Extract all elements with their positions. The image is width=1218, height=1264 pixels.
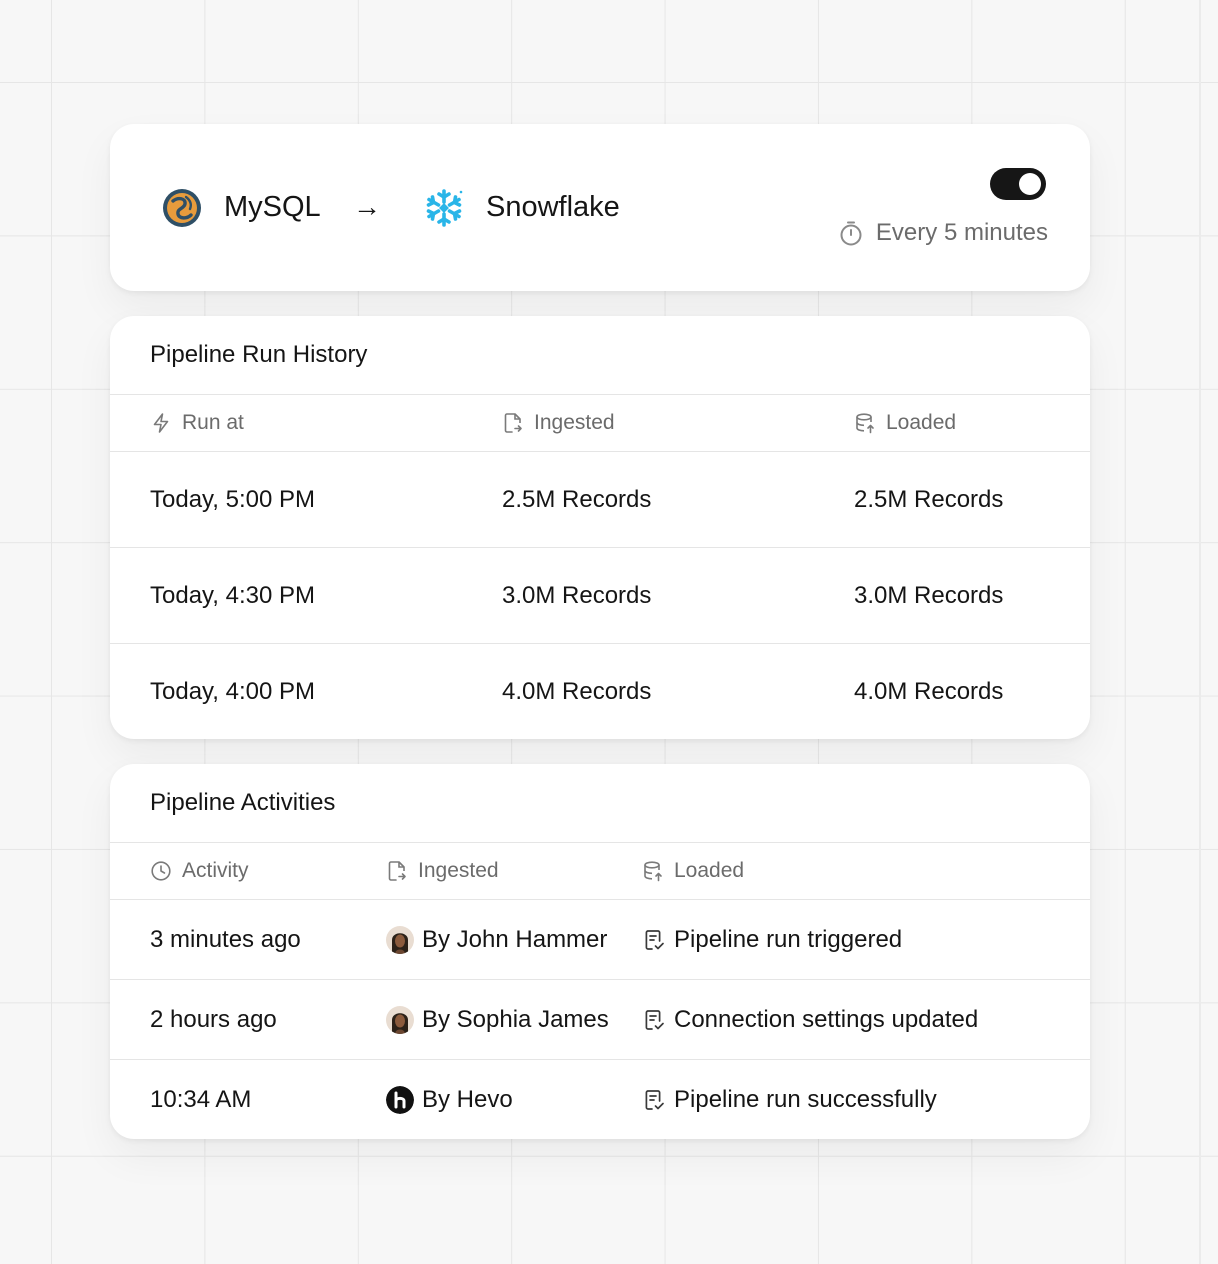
column-label: Activity — [182, 859, 249, 882]
clipboard-check-icon — [645, 1009, 664, 1030]
loaded-cell: 4.0M Records — [854, 678, 1004, 705]
column-label: Loaded — [886, 411, 957, 434]
column-label: Loaded — [674, 859, 745, 882]
run-at-cell: Today, 5:00 PM — [150, 485, 315, 513]
schedule-text: Every 5 minutes — [875, 219, 1048, 246]
actor-name: By John Hammer — [422, 925, 608, 953]
stopwatch-icon — [840, 221, 862, 246]
file-arrow-icon — [504, 413, 522, 433]
run-history-card: Pipeline Run History Run at Ingested Loa… — [110, 316, 1090, 739]
snowflake-logo-icon — [426, 188, 463, 227]
user-avatar — [386, 1005, 414, 1034]
ingested-cell: 2.5M Records — [502, 485, 652, 513]
actor-name: By Hevo — [422, 1085, 513, 1113]
pipeline-enabled-toggle[interactable] — [990, 168, 1046, 200]
destination-name: Snowflake — [486, 191, 620, 223]
activities-title: Pipeline Activities — [110, 764, 1090, 843]
connection-card: MySQL → Snowflake Every 5 minutes — [110, 124, 1090, 291]
schedule-info: Every 5 minutes — [838, 219, 1048, 247]
arrow-right-icon: → — [353, 191, 381, 222]
run-history-header: Run at Ingested Loaded — [110, 395, 1090, 452]
source-name: MySQL — [224, 191, 321, 223]
activities-card: Pipeline Activities Activity Ingested Lo… — [110, 764, 1090, 1139]
file-arrow-icon — [388, 861, 406, 881]
clipboard-check-icon — [645, 929, 664, 950]
event-text: Pipeline run successfully — [674, 1085, 937, 1113]
ingested-cell: 4.0M Records — [502, 678, 652, 705]
table-row[interactable]: Today, 4:30 PM 3.0M Records 3.0M Records — [110, 548, 1090, 644]
event-text: Connection settings updated — [674, 1005, 979, 1033]
source-connector[interactable]: MySQL — [162, 124, 321, 291]
event-cell: Pipeline run successfully — [642, 1060, 937, 1139]
page-edge-rule — [1199, 0, 1201, 1264]
clipboard-check-icon — [645, 1089, 664, 1110]
table-row[interactable]: 10:34 AM By Hevo Pipeline run successful… — [110, 1060, 1090, 1139]
column-label: Run at — [182, 411, 244, 434]
column-ingested[interactable]: Ingested — [502, 395, 615, 451]
column-activity[interactable]: Activity — [150, 843, 249, 899]
run-at-cell: Today, 4:00 PM — [150, 678, 315, 705]
database-upload-icon — [856, 413, 874, 434]
actor-cell: By Sophia James — [386, 980, 609, 1059]
run-at-cell: Today, 4:30 PM — [150, 581, 315, 609]
activity-time-cell: 10:34 AM — [150, 1085, 252, 1113]
column-loaded[interactable]: Loaded — [854, 395, 956, 451]
loaded-cell: 2.5M Records — [854, 485, 1004, 513]
lightning-icon — [153, 413, 169, 433]
column-run-at[interactable]: Run at — [150, 395, 244, 451]
ingested-cell: 3.0M Records — [502, 581, 652, 609]
table-row[interactable]: 2 hours ago By Sophia James Connection s… — [110, 980, 1090, 1060]
event-cell: Pipeline run triggered — [642, 900, 902, 979]
activity-time-cell: 3 minutes ago — [150, 925, 301, 953]
hevo-logo-icon — [386, 1085, 414, 1114]
activities-header: Activity Ingested Loaded — [110, 843, 1090, 900]
loaded-cell: 3.0M Records — [854, 581, 1004, 609]
event-text: Pipeline run triggered — [674, 925, 903, 953]
event-cell: Connection settings updated — [642, 980, 978, 1059]
user-avatar — [386, 925, 414, 954]
actor-cell: By Hevo — [386, 1060, 513, 1139]
table-row[interactable]: Today, 4:00 PM 4.0M Records 4.0M Records — [110, 644, 1090, 739]
column-label: Ingested — [418, 859, 499, 882]
actor-name: By Sophia James — [422, 1005, 609, 1033]
activity-time-cell: 2 hours ago — [150, 1005, 277, 1033]
column-ingested[interactable]: Ingested — [386, 843, 499, 899]
table-row[interactable]: Today, 5:00 PM 2.5M Records 2.5M Records — [110, 452, 1090, 548]
actor-cell: By John Hammer — [386, 900, 607, 979]
run-history-title: Pipeline Run History — [110, 316, 1090, 395]
column-loaded[interactable]: Loaded — [642, 843, 744, 899]
table-row[interactable]: 3 minutes ago By John Hammer Pipeline ru… — [110, 900, 1090, 980]
toggle-knob — [1019, 173, 1041, 195]
clock-icon — [151, 861, 171, 881]
mysql-logo-icon — [163, 188, 201, 227]
column-label: Ingested — [534, 411, 615, 434]
destination-connector[interactable]: Snowflake — [424, 124, 620, 291]
database-upload-icon — [644, 861, 662, 882]
